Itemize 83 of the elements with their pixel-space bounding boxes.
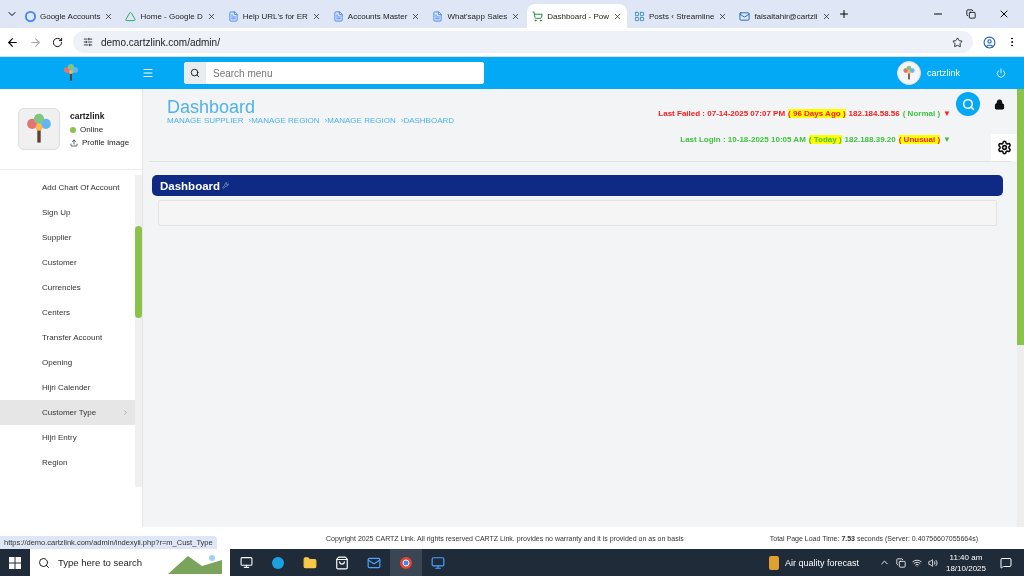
panel-title: Dashboard (160, 179, 221, 192)
sidebar-item[interactable]: Hijri Entry (0, 425, 135, 450)
avatar-icon[interactable] (897, 61, 921, 85)
browser-tab[interactable]: What'sapp Sales (427, 4, 526, 28)
mail-icon (739, 10, 751, 22)
sidebar-item[interactable]: Supplier (0, 225, 135, 250)
browser-tab[interactable]: Dashboard - Pow (527, 4, 627, 28)
volume-icon[interactable] (927, 557, 938, 568)
close-icon[interactable] (411, 11, 421, 21)
address-bar[interactable]: demo.cartzlink.com/admin/ (73, 31, 973, 53)
login-info-text: ( 96 Days Ago ) (788, 109, 846, 118)
sidebar-item[interactable]: Transfer Account (0, 325, 135, 350)
close-icon[interactable] (821, 11, 831, 21)
profile-image-link[interactable]: Profile Image (82, 138, 130, 147)
reload-icon[interactable] (52, 36, 63, 48)
close-icon[interactable] (511, 11, 521, 21)
login-info-text: Last Failed : 07-14-2025 07:07 PM (658, 109, 786, 118)
page-title: Dashboard (167, 98, 257, 116)
login-info-text: ( Today ) (808, 135, 842, 144)
site-icon (634, 10, 645, 22)
cart-icon (532, 10, 544, 22)
weather-widget[interactable]: Air quality forecast (768, 555, 859, 570)
new-tab-icon[interactable] (837, 8, 850, 20)
login-info-text: 182.188.39.20 (844, 135, 896, 144)
sidebar-item[interactable]: Hijri Calender (0, 375, 135, 400)
wifi-icon[interactable] (911, 557, 922, 568)
login-info-text: ( Unusual ) (898, 135, 941, 144)
login-info-text: Last Login : 10-18-2025 10:05 AM (680, 135, 806, 144)
logo-icon (61, 63, 81, 83)
sidebar-item[interactable]: Add Chart Of Account (0, 175, 135, 200)
restore-icon[interactable] (966, 9, 976, 19)
search-icon (38, 556, 50, 569)
search-icon (961, 97, 975, 111)
browser-tab[interactable]: Posts ‹ Streamline (629, 4, 733, 28)
close-icon[interactable] (311, 11, 321, 21)
login-info-text: 182.184.58.56 (848, 109, 900, 118)
close-icon[interactable] (613, 11, 622, 21)
settings-icon (996, 140, 1012, 155)
sidebar-item[interactable]: Region (0, 450, 135, 475)
scrollbar-thumb[interactable] (135, 226, 142, 318)
sidebar-item[interactable]: Customer (0, 250, 135, 275)
notification-icon[interactable] (1000, 556, 1012, 569)
tray-app-icon[interactable] (895, 557, 906, 568)
weather-icon (768, 555, 779, 570)
login-info-text: ▼ (943, 109, 951, 118)
browser-tab[interactable]: faisaltahir@cartzli (734, 4, 836, 28)
scrollbar-thumb[interactable] (1017, 89, 1024, 345)
sidebar-item[interactable]: Customer Type (0, 400, 135, 425)
search-button[interactable] (956, 92, 980, 116)
bookmark-icon[interactable] (952, 36, 963, 48)
sidebar-item[interactable]: Centers (0, 300, 135, 325)
browser-tab[interactable]: Google Accounts (20, 4, 119, 28)
status-text: Online (80, 125, 104, 134)
lock-icon[interactable] (994, 98, 1005, 110)
close-icon[interactable] (206, 11, 216, 21)
browser-tab[interactable]: Help URL's for ER (222, 4, 326, 28)
profile-icon[interactable] (983, 35, 996, 49)
settings-button[interactable] (991, 134, 1017, 161)
back-icon[interactable] (6, 35, 19, 49)
chrome-icon[interactable] (390, 549, 422, 576)
close-window-icon[interactable] (998, 8, 1010, 20)
browser-tab[interactable]: Home - Google D (120, 4, 221, 28)
close-icon[interactable] (718, 11, 728, 21)
document-icon (332, 10, 344, 22)
sidebar-item[interactable]: Currencies (0, 275, 135, 300)
browser-tab[interactable]: Accounts Master (327, 4, 426, 28)
close-icon[interactable] (104, 11, 114, 21)
login-info-text: ▼ (943, 135, 951, 144)
search-input[interactable]: Type here to search (58, 557, 160, 568)
chevron-icon (122, 409, 129, 416)
search-icon (190, 68, 200, 78)
profile-name: cartzlink (70, 111, 106, 121)
sidebar-item[interactable]: Opening (0, 350, 135, 375)
site-settings-icon[interactable] (83, 37, 93, 47)
tree-icon (901, 65, 917, 81)
sidebar-item[interactable]: Sign Up (0, 200, 135, 225)
taskbar-search-field[interactable]: Type here to search (30, 549, 230, 576)
upload-icon[interactable] (70, 138, 78, 147)
document-icon (432, 10, 444, 22)
login-info-text: ( Normal ) (902, 109, 941, 118)
clock[interactable]: 11:40 am 18/10/2025 (945, 551, 986, 574)
document-icon (227, 10, 239, 22)
wrench-icon (222, 182, 230, 189)
